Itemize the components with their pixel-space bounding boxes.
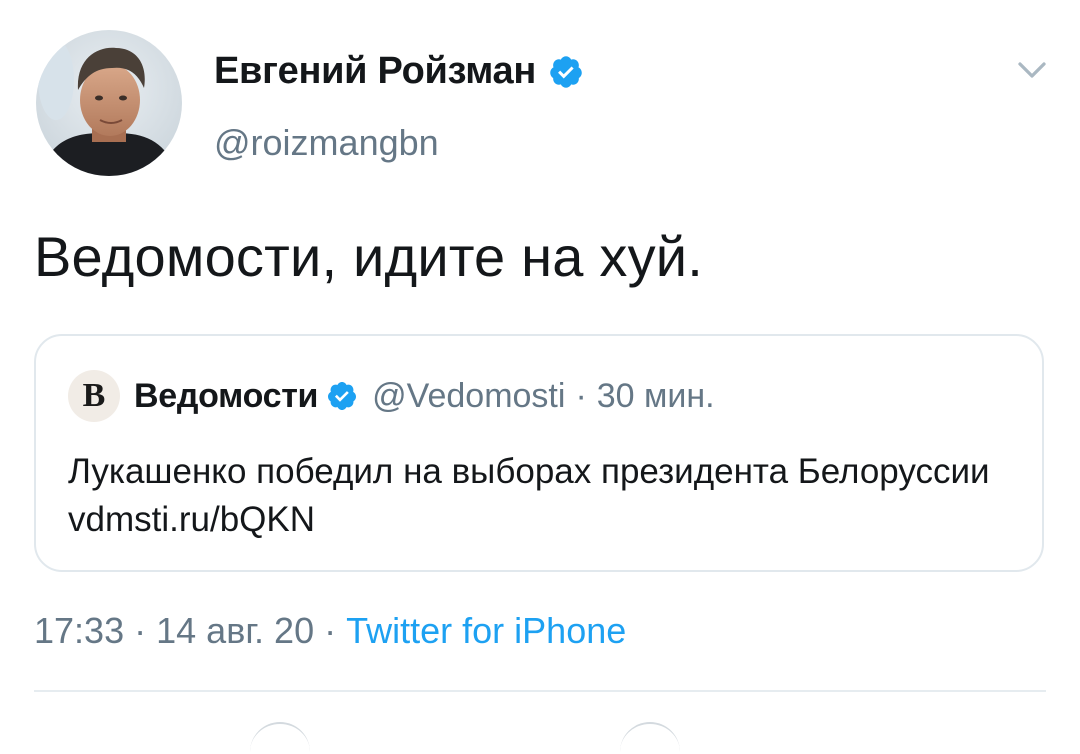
avatar-photo	[36, 30, 182, 176]
like-icon[interactable]	[620, 722, 680, 754]
author-handle[interactable]: @roizmangbn	[214, 122, 439, 164]
author-name[interactable]: Евгений Ройзман	[214, 50, 584, 93]
separator-dot: ·	[575, 376, 587, 415]
vedomosti-logo[interactable]: В	[68, 370, 120, 422]
verified-badge-icon	[550, 55, 582, 88]
tweet-source-link[interactable]: Twitter for iPhone	[346, 610, 626, 651]
tweet-text: Ведомости, идите на хуй.	[34, 225, 704, 288]
tweet-meta: 17:33 · 14 авг. 20 · Twitter for iPhone	[34, 610, 626, 652]
author-avatar[interactable]	[36, 30, 182, 176]
divider	[34, 690, 1046, 692]
reply-icon[interactable]	[250, 722, 310, 754]
quoted-tweet-text: Лукашенко победил на выборах президента …	[68, 452, 990, 539]
verified-badge-icon	[328, 382, 357, 411]
quoted-tweet-header: В Ведомости @Vedomosti · 30 мин.	[68, 370, 715, 422]
tweet-card: Евгений Ройзман @roizmangbn Ведомости, и…	[0, 0, 1080, 737]
separator-dot: ·	[324, 610, 337, 651]
quoted-tweet[interactable]: В Ведомости @Vedomosti · 30 мин. Лукашен…	[34, 334, 1044, 572]
quoted-author-handle[interactable]: @Vedomosti	[372, 377, 565, 416]
author-name-text: Евгений Ройзман	[214, 50, 537, 92]
quoted-timestamp[interactable]: 30 мин.	[597, 377, 715, 416]
chevron-down-icon[interactable]	[1014, 52, 1050, 88]
tweet-time[interactable]: 17:33	[34, 610, 124, 651]
quoted-author-name[interactable]: Ведомости	[134, 377, 318, 416]
tweet-date[interactable]: 14 авг. 20	[156, 610, 314, 651]
separator-dot: ·	[134, 610, 147, 651]
